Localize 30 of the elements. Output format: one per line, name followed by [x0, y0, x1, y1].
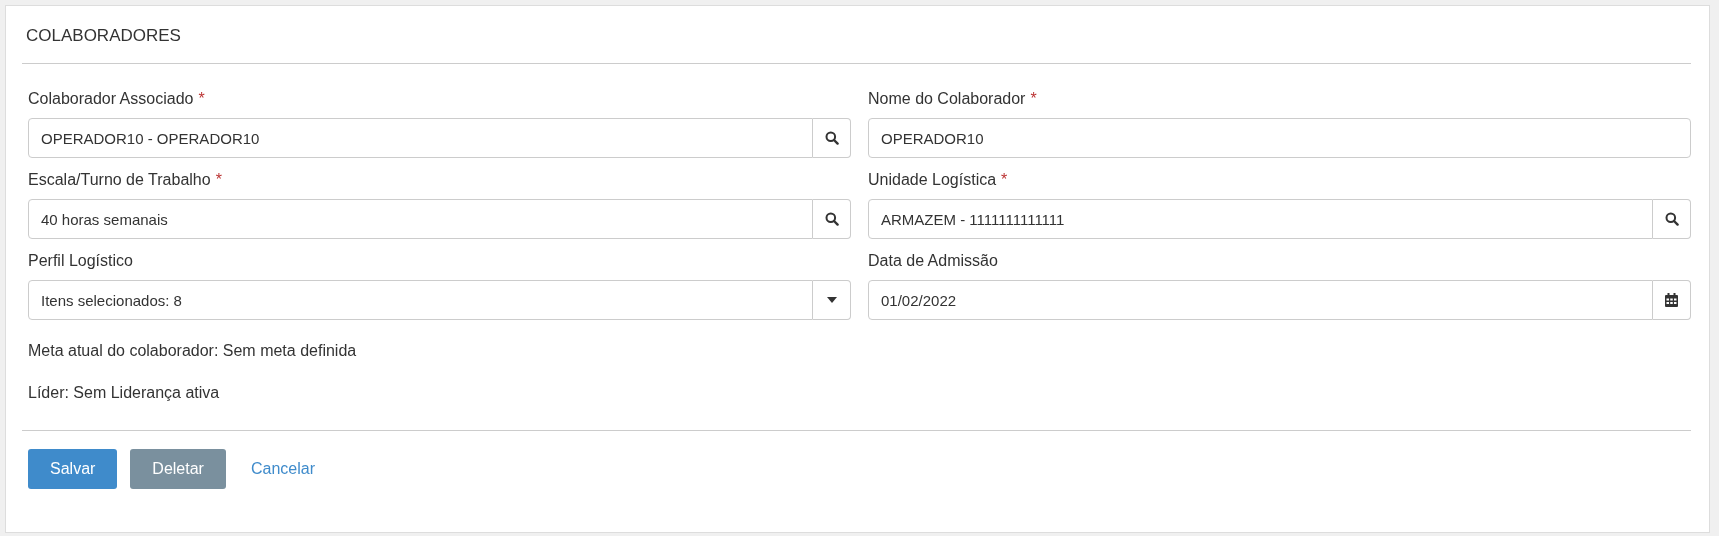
info-text: Líder: Sem Liderança ativa: [28, 384, 221, 402]
input-field[interactable]: OPERADOR10 - OPERADOR10: [28, 118, 813, 158]
required-mark: *: [198, 90, 205, 108]
field-label: Colaborador Associado: [28, 90, 194, 108]
panel-title: COLABORADORES: [25, 25, 182, 47]
field-label: Perfil Logístico: [28, 252, 133, 270]
field-label: Escala/Turno de Trabalho: [28, 171, 211, 189]
field-label: Nome do Colaborador: [868, 90, 1026, 108]
search-button[interactable]: [1653, 199, 1691, 239]
calendar-icon: [1665, 293, 1678, 307]
search-icon: [1664, 212, 1679, 226]
input-field[interactable]: ARMAZEM - 1111111111111: [868, 199, 1653, 239]
required-mark: *: [1030, 90, 1037, 108]
required-mark: *: [1001, 171, 1008, 189]
required-mark: *: [215, 171, 222, 189]
field-label: Data de Admissão: [868, 252, 998, 270]
info-text: Meta atual do colaborador: Sem meta definida: [28, 342, 358, 360]
caret-icon: [826, 297, 837, 303]
search-icon: [824, 131, 839, 145]
search-button[interactable]: [813, 199, 851, 239]
field-label: Unidade Logística: [868, 171, 997, 189]
input-field[interactable]: 40 horas semanais: [28, 199, 813, 239]
save-button[interactable]: Salvar: [28, 449, 118, 489]
calendar-button[interactable]: [1653, 280, 1691, 320]
input-field[interactable]: 01/02/2022: [868, 280, 1653, 320]
search-button[interactable]: [813, 118, 851, 158]
search-icon: [824, 212, 839, 226]
input-field[interactable]: Itens selecionados: 8: [28, 280, 813, 320]
cancel-link[interactable]: Cancelar: [238, 449, 327, 489]
input-field[interactable]: OPERADOR10: [868, 118, 1691, 158]
